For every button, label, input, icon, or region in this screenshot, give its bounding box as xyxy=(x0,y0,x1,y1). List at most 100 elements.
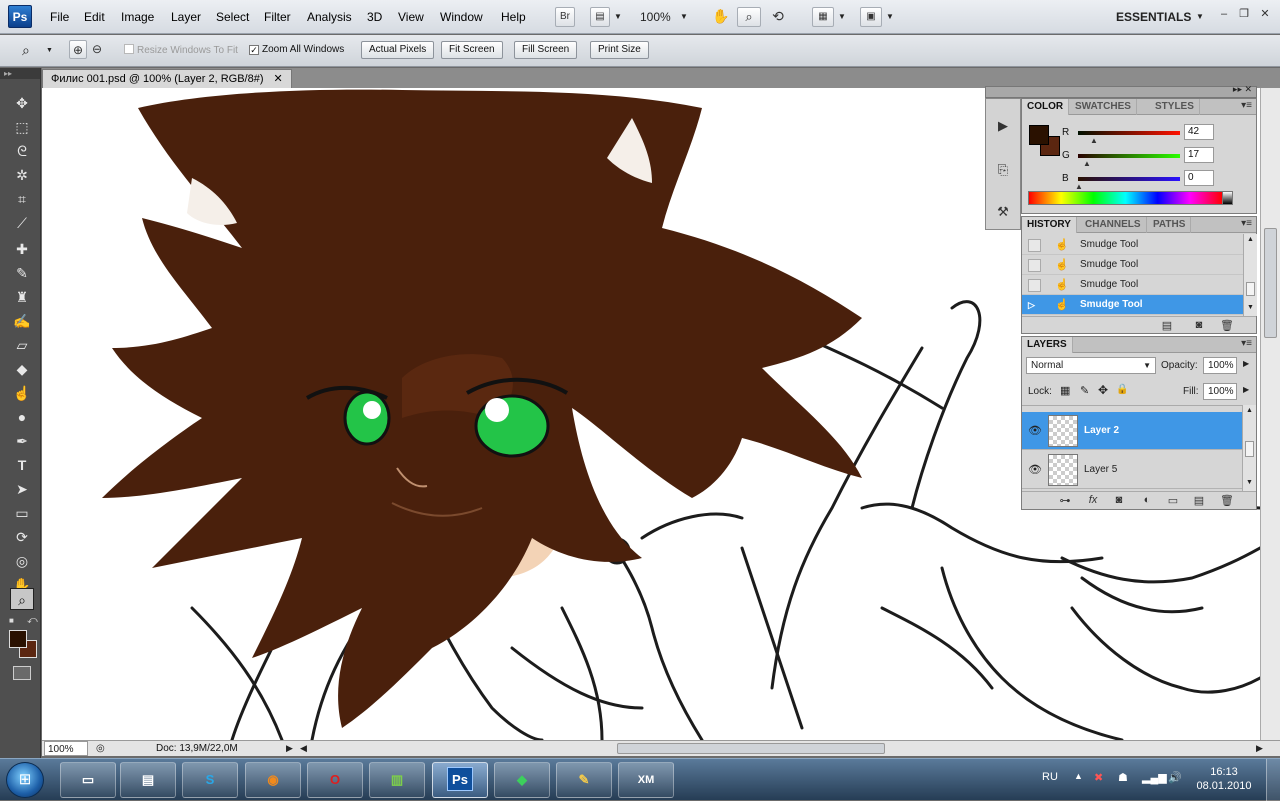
3d-orbit-tool-icon[interactable]: ◎ xyxy=(10,550,34,572)
signal-icon[interactable]: ▂▄▆ xyxy=(1142,771,1167,784)
history-brush-tool-icon[interactable]: ✍ xyxy=(10,310,34,332)
zoom-tool-preset-icon[interactable]: ⌕ xyxy=(22,42,30,59)
history-item[interactable]: ☝ Smudge Tool xyxy=(1022,235,1244,255)
scroll-up-icon[interactable]: ▲ xyxy=(1247,236,1254,243)
chevron-down-icon[interactable]: ▼ xyxy=(838,12,846,21)
healing-brush-tool-icon[interactable]: ✚ xyxy=(10,238,34,260)
panel-menu-icon[interactable]: ▾≡ xyxy=(1241,218,1252,229)
hand-tool-icon[interactable]: ✋ xyxy=(710,7,732,27)
history-item[interactable]: ☝ Smudge Tool xyxy=(1022,275,1244,295)
trash-icon[interactable]: 🗑 xyxy=(1218,494,1236,508)
history-scrollbar[interactable]: ▲ ▼ xyxy=(1243,234,1257,316)
green-slider[interactable] xyxy=(1078,154,1180,158)
path-selection-tool-icon[interactable]: ➤ xyxy=(10,478,34,500)
arrange-documents-icon[interactable]: ▦ xyxy=(812,7,834,27)
actual-pixels-button[interactable]: Actual Pixels xyxy=(361,41,435,59)
fill-field[interactable]: 100% xyxy=(1203,383,1237,400)
chevron-down-icon[interactable]: ▼ xyxy=(46,47,53,54)
menu-select[interactable]: Select xyxy=(216,10,249,24)
move-tool-icon[interactable]: ✥ xyxy=(10,92,34,114)
menu-window[interactable]: Window xyxy=(440,10,483,24)
type-tool-icon[interactable]: T xyxy=(10,454,34,476)
close-icon[interactable]: ✕ xyxy=(1257,7,1273,21)
panel-menu-icon[interactable]: ▾≡ xyxy=(1241,338,1252,349)
print-size-button[interactable]: Print Size xyxy=(590,41,649,59)
zoom-tool-icon[interactable]: ⌕ xyxy=(10,588,34,610)
blend-mode-select[interactable]: Normal ▼ xyxy=(1026,357,1156,374)
bridge-button[interactable]: Br xyxy=(555,7,575,27)
adjustment-layer-icon[interactable]: ◐ xyxy=(1138,494,1156,508)
volume-icon[interactable]: 🔊 xyxy=(1168,771,1182,784)
chevron-down-icon[interactable]: ▼ xyxy=(680,12,688,21)
tab-swatches[interactable]: SWATCHES xyxy=(1070,99,1137,115)
menu-edit[interactable]: Edit xyxy=(84,10,105,24)
skype-icon[interactable]: S xyxy=(182,762,238,798)
blue-slider[interactable] xyxy=(1078,177,1180,181)
xmplay-icon[interactable]: XM xyxy=(618,762,674,798)
zoom-in-icon[interactable]: ⊕ xyxy=(69,40,87,59)
network-warning-icon[interactable]: ✖ xyxy=(1094,771,1103,784)
resize-windows-checkbox[interactable]: Resize Windows To Fit xyxy=(124,44,238,56)
restore-icon[interactable]: ❐ xyxy=(1236,7,1252,21)
scroll-right-icon[interactable]: ▶ xyxy=(1256,741,1263,756)
magic-wand-tool-icon[interactable]: ✲ xyxy=(10,164,34,186)
tab-layers[interactable]: LAYERS xyxy=(1022,337,1073,353)
add-mask-icon[interactable]: ◙ xyxy=(1110,494,1128,508)
menu-3d[interactable]: 3D xyxy=(367,10,382,24)
scroll-left-icon[interactable]: ◀ xyxy=(300,741,307,756)
antivirus-icon[interactable]: ☗ xyxy=(1118,771,1128,784)
new-group-icon[interactable]: ▭ xyxy=(1164,494,1182,508)
tab-color[interactable]: COLOR xyxy=(1022,99,1070,115)
new-snapshot-icon[interactable]: ◙ xyxy=(1190,319,1208,333)
scroll-down-icon[interactable]: ▼ xyxy=(1247,304,1254,311)
tray-expand-icon[interactable]: ▲ xyxy=(1074,771,1083,781)
tab-paths[interactable]: PATHS xyxy=(1148,217,1192,233)
fill-arrow-icon[interactable]: ▶ xyxy=(1243,385,1249,394)
new-layer-icon[interactable]: ▤ xyxy=(1190,494,1208,508)
menu-layer[interactable]: Layer xyxy=(171,10,201,24)
green-slider-handle[interactable]: ▲ xyxy=(1083,159,1091,168)
collapse-panels-icon[interactable]: ▸▸ ✕ xyxy=(1233,84,1252,95)
gem-icon[interactable]: ◆ xyxy=(494,762,550,798)
menu-file[interactable]: File xyxy=(50,10,69,24)
document-tab[interactable]: Филис 001.psd @ 100% (Layer 2, RGB/8#) ✕ xyxy=(42,69,292,88)
explorer-icon[interactable]: ▤ xyxy=(120,762,176,798)
layer-row[interactable]: 👁 Layer 5 xyxy=(1022,451,1242,489)
fill-screen-button[interactable]: Fill Screen xyxy=(514,41,578,59)
status-menu-arrow-icon[interactable]: ▶ xyxy=(286,741,293,756)
photoshop-logo[interactable]: Ps xyxy=(8,5,32,28)
layer-style-icon[interactable]: fx xyxy=(1084,494,1102,508)
status-info-icon[interactable]: ◎ xyxy=(96,741,105,756)
lasso-tool-icon[interactable]: ᘓ xyxy=(10,140,34,162)
blue-slider-handle[interactable]: ▲ xyxy=(1075,182,1083,191)
zoom-percent-field[interactable]: 100% xyxy=(44,741,88,756)
zoom-all-windows-checkbox[interactable]: ✓ Zoom All Windows xyxy=(249,44,344,55)
eye-icon[interactable]: 👁 xyxy=(1026,424,1044,438)
chevron-down-icon[interactable]: ▼ xyxy=(1196,12,1204,21)
scroll-down-icon[interactable]: ▼ xyxy=(1246,479,1253,486)
scroll-thumb[interactable] xyxy=(1264,228,1277,338)
system-clock[interactable]: 16:13 08.01.2010 xyxy=(1196,765,1252,793)
paint-icon[interactable]: ✎ xyxy=(556,762,612,798)
blue-value-field[interactable]: 0 xyxy=(1184,170,1214,186)
3d-rotate-tool-icon[interactable]: ⟳ xyxy=(10,526,34,548)
lock-pixels-icon[interactable]: ✎ xyxy=(1080,384,1089,397)
lock-position-icon[interactable]: ✥ xyxy=(1098,383,1108,397)
opera-icon[interactable]: O xyxy=(307,762,363,798)
rotate-view-icon[interactable]: ⟲ xyxy=(767,7,789,27)
opacity-arrow-icon[interactable]: ▶ xyxy=(1243,359,1249,368)
quick-mask-icon[interactable] xyxy=(13,666,31,680)
show-desktop-button[interactable] xyxy=(1266,759,1280,801)
zoom-level-select[interactable]: 100% xyxy=(640,10,671,24)
red-value-field[interactable]: 42 xyxy=(1184,124,1214,140)
scroll-up-icon[interactable]: ▲ xyxy=(1246,407,1253,414)
tab-styles[interactable]: STYLES xyxy=(1150,99,1200,115)
eyedropper-tool-icon[interactable]: ⟋ xyxy=(10,212,34,234)
minimize-icon[interactable]: – xyxy=(1216,7,1232,21)
scroll-thumb[interactable] xyxy=(1246,282,1255,296)
close-icon[interactable]: ✕ xyxy=(274,73,283,85)
tab-history[interactable]: HISTORY xyxy=(1022,217,1077,233)
firefox-icon[interactable]: ◉ xyxy=(245,762,301,798)
menu-image[interactable]: Image xyxy=(121,10,154,24)
folder-icon[interactable]: ▭ xyxy=(60,762,116,798)
